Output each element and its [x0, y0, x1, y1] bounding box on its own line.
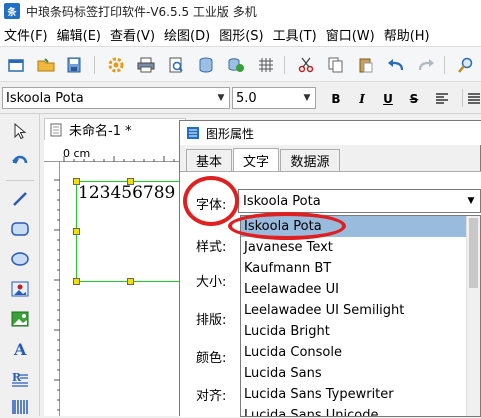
size-label: 大小:: [196, 275, 227, 290]
selected-font-highlight: [228, 212, 346, 240]
print-icon[interactable]: [136, 55, 156, 75]
font-option[interactable]: Lucida Sans Typewriter: [241, 384, 467, 405]
font-select[interactable]: Iskoola Pota ▼: [238, 189, 481, 213]
tab-text[interactable]: 文字: [233, 148, 279, 172]
graphic-properties-dialog: 图形属性 基本 文字 数据源 字体: 样式: 大小: 排版: 颜色: 对齐: I…: [179, 120, 481, 417]
redo-icon[interactable]: [416, 55, 436, 75]
bold-button[interactable]: B: [326, 89, 346, 109]
document-icon: [50, 123, 62, 136]
font-size-value: 5.0: [236, 90, 257, 106]
svg-text:A: A: [13, 341, 27, 357]
paste-icon[interactable]: [356, 55, 376, 75]
tab-basic[interactable]: 基本: [186, 149, 232, 171]
ellipse-icon[interactable]: [9, 248, 31, 270]
toolbar-separator: [444, 56, 445, 74]
menu-edit[interactable]: 编辑(E): [53, 25, 106, 44]
list-scrollbar[interactable]: [466, 216, 480, 416]
menu-view[interactable]: 查看(V): [106, 25, 160, 44]
app-logo-icon: 条: [4, 3, 20, 19]
toolbar-separator: [462, 89, 463, 107]
vertical-ruler: [44, 162, 60, 416]
settings-gear-icon[interactable]: [106, 55, 126, 75]
font-option[interactable]: Lucida Console: [241, 342, 467, 363]
dialog-title: 图形属性: [206, 126, 255, 141]
picture-icon[interactable]: [9, 308, 31, 330]
format-toolbar: Iskoola Pota ▼ 5.0 ▼ B I U S: [0, 82, 481, 114]
database-icon[interactable]: [196, 55, 216, 75]
menu-shape[interactable]: 图形(S): [215, 25, 268, 44]
style-label: 样式:: [196, 240, 227, 255]
main-toolbar: [0, 46, 481, 82]
font-option[interactable]: Lucida Bright: [241, 321, 467, 342]
barcode-icon[interactable]: [9, 396, 31, 418]
open-folder-icon[interactable]: [36, 55, 56, 75]
ruler-unit-label: 0 cm: [63, 147, 91, 160]
align-justify-icon[interactable]: [466, 89, 481, 109]
font-dropdown-list: Iskoola Pota Javanese Text Kaufmann BT L…: [240, 215, 481, 417]
underline-button[interactable]: U: [378, 89, 398, 109]
align-label: 对齐:: [196, 389, 227, 404]
rounded-rect-icon[interactable]: [9, 218, 31, 240]
data-source-icon[interactable]: [226, 55, 246, 75]
align-left-icon[interactable]: [432, 89, 452, 109]
toolbar-separator: [284, 56, 285, 74]
font-option[interactable]: Leelawadee UI: [241, 279, 467, 300]
tab-data-source[interactable]: 数据源: [280, 149, 340, 171]
chevron-down-icon[interactable]: ▼: [299, 88, 315, 108]
font-option[interactable]: Lucida Sans Unicode: [241, 405, 467, 416]
title-bar: 条 中琅条码标签打印软件-V6.5.5 工业版 多机: [0, 0, 481, 22]
menu-window[interactable]: 窗口(W): [322, 25, 380, 44]
menu-tools[interactable]: 工具(T): [269, 25, 322, 44]
toolbar-separator: [94, 56, 95, 74]
resize-handle[interactable]: [127, 278, 134, 285]
rich-text-icon[interactable]: R: [9, 368, 31, 390]
layout-label: 排版:: [196, 313, 227, 328]
select-arrow-icon[interactable]: [9, 120, 31, 142]
color-label: 颜色:: [196, 351, 227, 366]
italic-button[interactable]: I: [352, 89, 372, 109]
undo-icon[interactable]: [386, 55, 406, 75]
line-icon[interactable]: [9, 188, 31, 210]
window-title: 中琅条码标签打印软件-V6.5.5 工业版 多机: [26, 4, 257, 19]
tool-separator: [6, 180, 34, 181]
grid-icon[interactable]: [256, 55, 276, 75]
rotate-icon[interactable]: [9, 148, 31, 170]
document-tab[interactable]: 未命名-1 *: [44, 118, 186, 140]
font-name-select[interactable]: Iskoola Pota ▼: [2, 87, 230, 109]
font-option[interactable]: Javanese Text: [241, 237, 467, 258]
dialog-tabs: 基本 文字 数据源: [180, 148, 481, 172]
font-select-value: Iskoola Pota: [243, 193, 321, 209]
menu-bar: 文件(F) 编辑(E) 查看(V) 绘图(D) 图形(S) 工具(T) 窗口(W…: [0, 22, 481, 46]
new-file-icon[interactable]: [6, 55, 26, 75]
zoom-icon[interactable]: [456, 55, 476, 75]
print-preview-icon[interactable]: [166, 55, 186, 75]
scrollbar-thumb[interactable]: [469, 218, 478, 288]
resize-handle[interactable]: [73, 278, 80, 285]
strikethrough-button[interactable]: S: [404, 89, 424, 109]
dialog-app-icon: [187, 127, 199, 139]
copy-icon[interactable]: [326, 55, 346, 75]
font-option[interactable]: Lucida Sans: [241, 363, 467, 384]
dialog-title-bar[interactable]: 图形属性: [180, 121, 481, 145]
font-label-highlight: [183, 176, 239, 226]
image-icon[interactable]: [9, 278, 31, 300]
menu-draw[interactable]: 绘图(D): [160, 25, 215, 44]
menu-help[interactable]: 帮助(H): [380, 25, 435, 44]
chevron-down-icon[interactable]: ▼: [462, 196, 480, 206]
chevron-down-icon[interactable]: ▼: [213, 88, 229, 108]
font-name-value: Iskoola Pota: [6, 90, 84, 106]
font-option[interactable]: Kaufmann BT: [241, 258, 467, 279]
resize-handle[interactable]: [73, 228, 80, 235]
text-icon[interactable]: A: [9, 338, 31, 360]
font-size-select[interactable]: 5.0 ▼: [232, 87, 316, 109]
save-icon[interactable]: [64, 55, 84, 75]
drawing-tools-panel: A R: [0, 114, 40, 416]
menu-file[interactable]: 文件(F): [0, 25, 53, 44]
cut-icon[interactable]: [296, 55, 316, 75]
font-option[interactable]: Leelawadee UI Semilight: [241, 300, 467, 321]
document-tab-title: 未命名-1 *: [69, 124, 132, 139]
label-text-object[interactable]: 123456789: [78, 183, 175, 203]
